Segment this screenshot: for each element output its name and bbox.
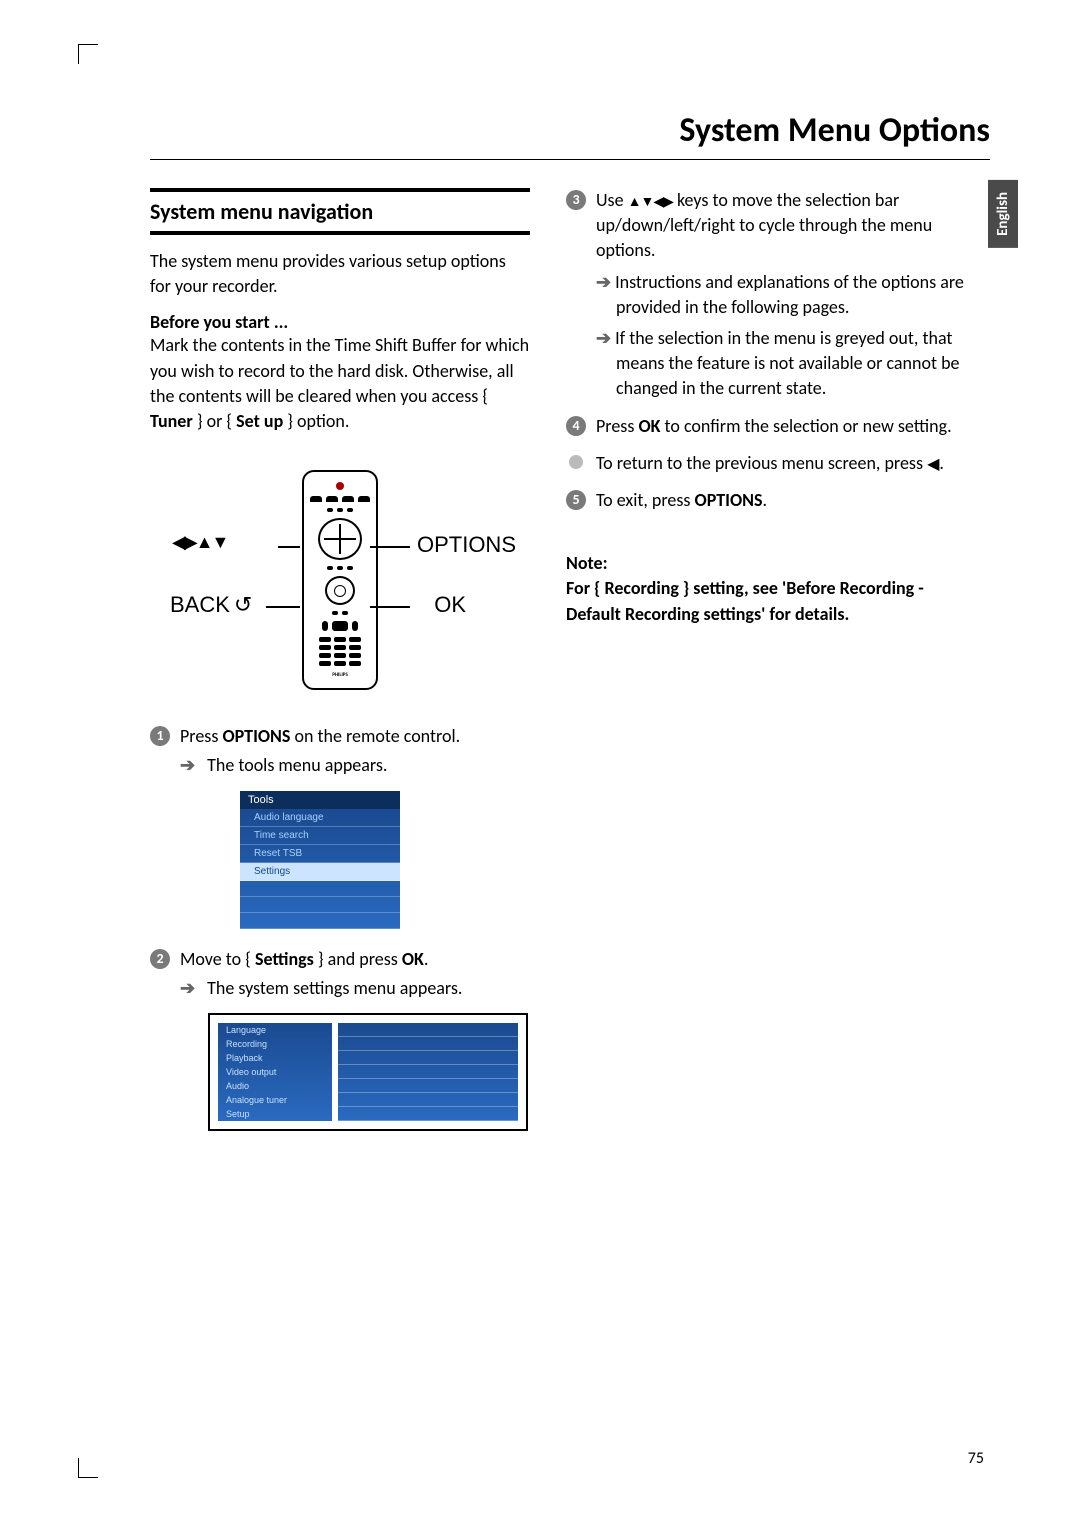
- bullet-text-a: To return to the previous menu screen, p…: [596, 452, 927, 474]
- step4-text-a: Press: [596, 415, 638, 437]
- tools-item-empty: [240, 881, 400, 897]
- tools-item: Reset TSB: [240, 845, 400, 863]
- step5-text-b: .: [763, 489, 768, 511]
- step2-sub: ➔ The system settings menu appears.: [180, 976, 530, 1001]
- dpad-icon: [318, 518, 362, 560]
- arrow-icon: ➔: [596, 271, 611, 293]
- brand-label: PHILIPS: [332, 672, 348, 678]
- step5-options: OPTIONS: [695, 489, 763, 511]
- remote-body: PHILIPS: [302, 470, 378, 690]
- section-heading: System menu navigation: [150, 188, 530, 235]
- settings-item: Analogue tuner: [218, 1093, 332, 1107]
- step-1: 1 Press OPTIONS on the remote control.: [150, 724, 530, 749]
- step5-text-a: To exit, press: [596, 489, 695, 511]
- bullet-icon: [569, 455, 583, 469]
- step-number: 5: [566, 490, 586, 510]
- right-column: 3 Use ▲▼◀▶ keys to move the selection ba…: [566, 188, 976, 1131]
- tuner-label: Tuner: [150, 410, 193, 432]
- options-label: OPTIONS: [417, 532, 516, 558]
- step-2: 2 Move to { Settings } and press OK.: [150, 947, 530, 972]
- tools-item-empty: [240, 897, 400, 913]
- step1-text-a: Press: [180, 725, 222, 747]
- callout-line: [278, 546, 300, 548]
- before-text-a: Mark the contents in the Time Shift Buff…: [150, 334, 529, 406]
- settings-menu: Language Recording Playback Video output…: [208, 1013, 528, 1131]
- dpad-keys-icon: ▲▼◀▶: [628, 193, 673, 210]
- page-number: 75: [968, 1449, 984, 1468]
- tools-item: Audio language: [240, 809, 400, 827]
- language-tab: English: [988, 180, 1018, 248]
- settings-item: Setup: [218, 1107, 332, 1121]
- ok-label: OK: [434, 592, 466, 618]
- page-title: System Menu Options: [150, 110, 990, 151]
- tools-menu: Tools Audio language Time search Reset T…: [240, 791, 400, 929]
- note-body: For { Recording } setting, see 'Before R…: [566, 576, 976, 626]
- crop-mark-tl: [78, 44, 98, 64]
- step3-text-a: Use: [596, 189, 628, 211]
- step4-ok: OK: [638, 415, 660, 437]
- bullet-return: To return to the previous menu screen, p…: [566, 451, 976, 476]
- step-number: 2: [150, 949, 170, 969]
- step2-settings: Settings: [255, 948, 314, 970]
- step-number: 1: [150, 726, 170, 746]
- arrow-icon: ➔: [596, 327, 611, 349]
- step-number: 3: [566, 190, 586, 210]
- back-icon: ↺: [234, 592, 252, 618]
- step4-text-b: to confirm the selection or new setting.: [660, 415, 951, 437]
- step-number: 4: [566, 416, 586, 436]
- power-icon: [336, 482, 344, 490]
- note-label: Note:: [566, 551, 976, 576]
- step1-sub: ➔ The tools menu appears.: [180, 753, 530, 778]
- arrow-icon: ➔: [180, 753, 195, 778]
- callout-line: [370, 546, 410, 548]
- before-text-c: } option.: [283, 410, 349, 432]
- step2-text-a: Move to {: [180, 948, 255, 970]
- step3-sub2: ➔If the selection in the menu is greyed …: [596, 326, 976, 402]
- step1-text-b: on the remote control.: [290, 725, 460, 747]
- arrow-icon: ➔: [180, 976, 195, 1001]
- step-5: 5 To exit, press OPTIONS.: [566, 488, 976, 513]
- tools-header: Tools: [240, 791, 400, 809]
- step2-text-c: .: [424, 948, 429, 970]
- step3-sub1: ➔Instructions and explanations of the op…: [596, 270, 976, 320]
- setup-label: Set up: [236, 410, 283, 432]
- settings-item: Language: [218, 1023, 332, 1037]
- before-you-start-text: Mark the contents in the Time Shift Buff…: [150, 333, 530, 434]
- left-key-icon: ◀: [927, 455, 939, 474]
- tools-item-empty: [240, 913, 400, 929]
- intro-text: The system menu provides various setup o…: [150, 249, 530, 299]
- before-text-b: } or {: [193, 410, 236, 432]
- left-column: System menu navigation The system menu p…: [150, 188, 530, 1131]
- callout-line: [266, 606, 300, 608]
- bullet-text-b: .: [939, 452, 944, 474]
- dpad-arrows-label: ◀▶▲▼: [172, 532, 227, 553]
- jog-icon: [325, 576, 355, 605]
- settings-item: Recording: [218, 1037, 332, 1051]
- settings-item: Playback: [218, 1051, 332, 1065]
- step-4: 4 Press OK to confirm the selection or n…: [566, 414, 976, 439]
- step-3: 3 Use ▲▼◀▶ keys to move the selection ba…: [566, 188, 976, 402]
- settings-item: Audio: [218, 1079, 332, 1093]
- step2-ok: OK: [402, 948, 424, 970]
- callout-line: [370, 606, 410, 608]
- step2-text-b: } and press: [314, 948, 402, 970]
- remote-diagram: ◀▶▲▼ BACK ↺ PHILIPS: [170, 470, 510, 700]
- back-label: BACK ↺: [170, 592, 252, 618]
- before-you-start-label: Before you start ...: [150, 311, 530, 333]
- title-divider: [150, 159, 990, 160]
- tools-item-selected: Settings: [240, 863, 400, 881]
- note-block: Note: For { Recording } setting, see 'Be…: [566, 551, 976, 627]
- crop-mark-bl: [78, 1458, 98, 1478]
- numpad-icon: [319, 637, 361, 666]
- step1-options: OPTIONS: [222, 725, 290, 747]
- settings-item: Video output: [218, 1065, 332, 1079]
- tools-item: Time search: [240, 827, 400, 845]
